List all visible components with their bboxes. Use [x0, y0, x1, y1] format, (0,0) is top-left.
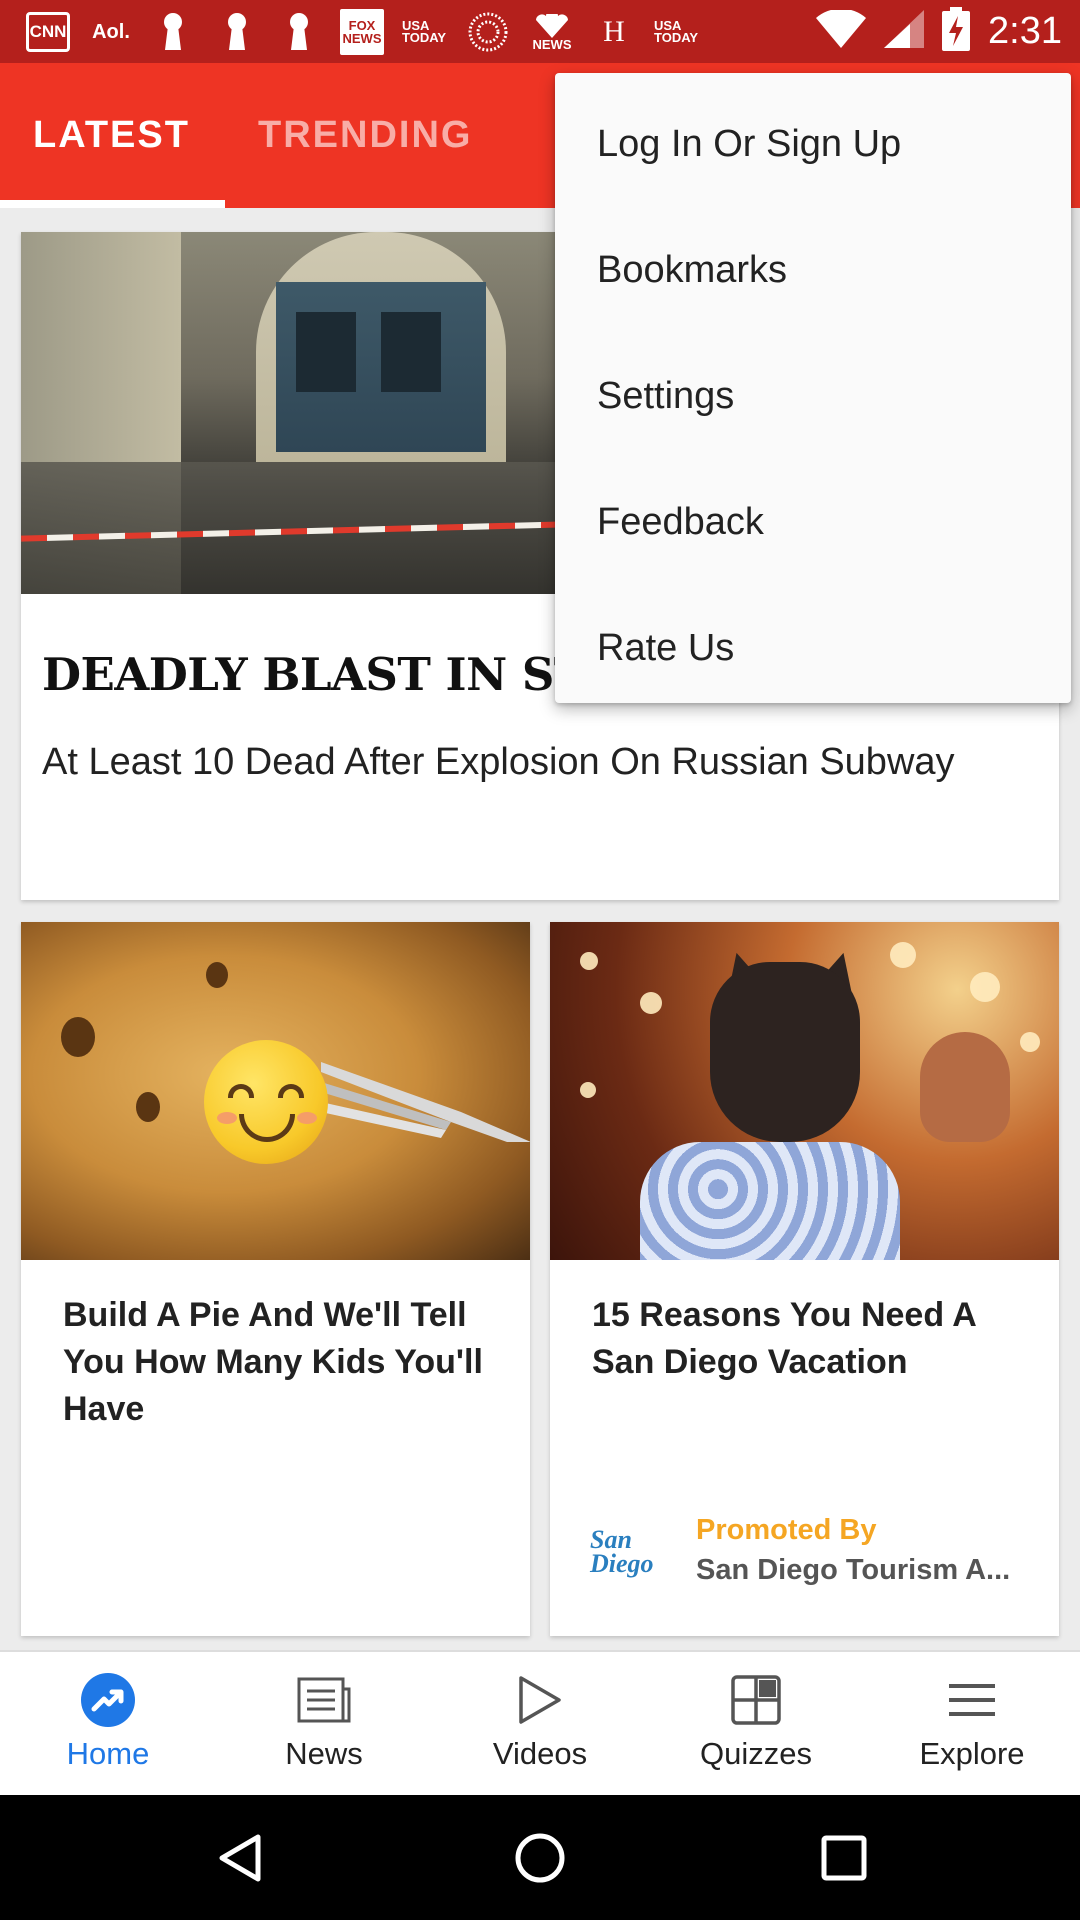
keyhole-icon: [224, 10, 250, 54]
image-detail: [580, 1082, 596, 1098]
image-detail: [920, 1032, 1010, 1142]
image-detail: [890, 942, 916, 968]
menu-icon: [949, 1672, 995, 1728]
story-title: 15 Reasons You Need A San Diego Vacation: [592, 1296, 976, 1381]
aol-icon: Aol.: [92, 20, 130, 43]
nav-label: News: [285, 1736, 363, 1771]
bottom-navigation: Home News Videos Quizzes Explore: [0, 1650, 1080, 1795]
nav-videos[interactable]: Videos: [432, 1652, 648, 1797]
image-detail: [710, 962, 860, 1142]
story-subtitle[interactable]: At Least 10 Dead After Explosion On Russ…: [42, 735, 1002, 789]
recents-square-icon: [821, 1835, 867, 1880]
active-tab-indicator: [0, 200, 225, 208]
clock: 2:31: [988, 10, 1062, 52]
cell-signal-icon: [884, 10, 925, 53]
image-detail: [136, 1092, 160, 1122]
emoji-cheek: [217, 1112, 237, 1124]
keyhole-icon: [286, 10, 312, 54]
menu-item-login[interactable]: Log In Or Sign Up: [555, 81, 1071, 207]
back-icon: [219, 1834, 261, 1881]
nav-home[interactable]: Home: [0, 1652, 216, 1797]
fox-news-icon: FOX NEWS: [340, 9, 384, 55]
home-circle-icon: [515, 1833, 565, 1882]
nav-quizzes[interactable]: Quizzes: [648, 1652, 864, 1797]
back-button[interactable]: [200, 1795, 280, 1920]
story-card-san-diego[interactable]: 15 Reasons You Need A San Diego Vacation…: [550, 922, 1059, 1636]
sponsor-name[interactable]: San Diego Tourism A...: [696, 1554, 1036, 1587]
android-navigation-bar: [0, 1795, 1080, 1920]
image-detail: [61, 1017, 95, 1057]
wifi-icon: [816, 8, 867, 53]
ring-icon: [466, 10, 510, 54]
story-image-cat-mask: [550, 922, 1059, 1260]
image-detail: [640, 992, 662, 1014]
battery-charging-icon: [942, 7, 971, 56]
san-diego-logo: San Diego: [590, 1525, 654, 1578]
recents-button[interactable]: [804, 1795, 884, 1920]
grid-icon: [731, 1672, 781, 1728]
buzzfeed-home-screen: CNN Aol. FOX NEWS USA TODAY NEWS H USA T: [0, 0, 1080, 1920]
nav-label: Videos: [492, 1736, 588, 1771]
story-headline[interactable]: DEADLY BLAST IN ST: [42, 648, 587, 701]
today-label: TODAY: [654, 30, 699, 45]
tab-trending[interactable]: TRENDING: [258, 63, 472, 208]
menu-item-bookmarks[interactable]: Bookmarks: [555, 207, 1071, 333]
image-detail: [381, 312, 441, 392]
story-card-pie-quiz[interactable]: Build A Pie And We'll Tell You How Many …: [21, 922, 530, 1636]
image-detail: [1020, 1032, 1040, 1052]
nbc-news-label: NEWS: [532, 36, 572, 52]
newspaper-icon: [297, 1672, 351, 1728]
tab-latest[interactable]: LATEST: [33, 63, 190, 208]
keyhole-icon: [160, 10, 186, 54]
story-title: Build A Pie And We'll Tell You How Many …: [63, 1296, 483, 1428]
menu-item-feedback[interactable]: Feedback: [555, 459, 1071, 585]
image-detail: [640, 1142, 900, 1260]
overflow-menu: Log In Or Sign Up Bookmarks Settings Fee…: [555, 73, 1071, 703]
fork-image: [321, 1062, 530, 1142]
today-label: TODAY: [402, 30, 447, 45]
image-detail: [580, 952, 598, 970]
nav-label: Explore: [919, 1736, 1025, 1771]
story-image-pie: [21, 922, 530, 1260]
play-icon: [517, 1672, 563, 1728]
smiling-emoji-icon: [204, 1040, 328, 1164]
image-detail: [206, 962, 228, 988]
nav-label: Quizzes: [700, 1736, 812, 1771]
status-bar: CNN Aol. FOX NEWS USA TODAY NEWS H USA T: [0, 0, 1080, 63]
image-detail: [296, 312, 356, 392]
image-detail: [970, 972, 1000, 1002]
news-label: NEWS: [342, 31, 382, 46]
usa-today-icon: USA TODAY: [402, 10, 452, 54]
huffpost-icon: H: [603, 15, 625, 48]
system-status: 2:31: [816, 0, 1062, 63]
nav-label: Home: [66, 1736, 150, 1771]
menu-item-rate-us[interactable]: Rate Us: [555, 585, 1071, 711]
menu-item-settings[interactable]: Settings: [555, 333, 1071, 459]
usa-today-icon: USA TODAY: [654, 10, 704, 54]
nav-news[interactable]: News: [216, 1652, 432, 1797]
emoji-cheek: [297, 1112, 317, 1124]
trending-icon: [81, 1672, 135, 1728]
nav-explore[interactable]: Explore: [864, 1652, 1080, 1797]
cnn-icon: CNN: [26, 12, 70, 52]
nbc-news-icon: NEWS: [528, 10, 576, 54]
home-button[interactable]: [500, 1795, 580, 1920]
promoted-by-label: Promoted By: [696, 1514, 877, 1546]
